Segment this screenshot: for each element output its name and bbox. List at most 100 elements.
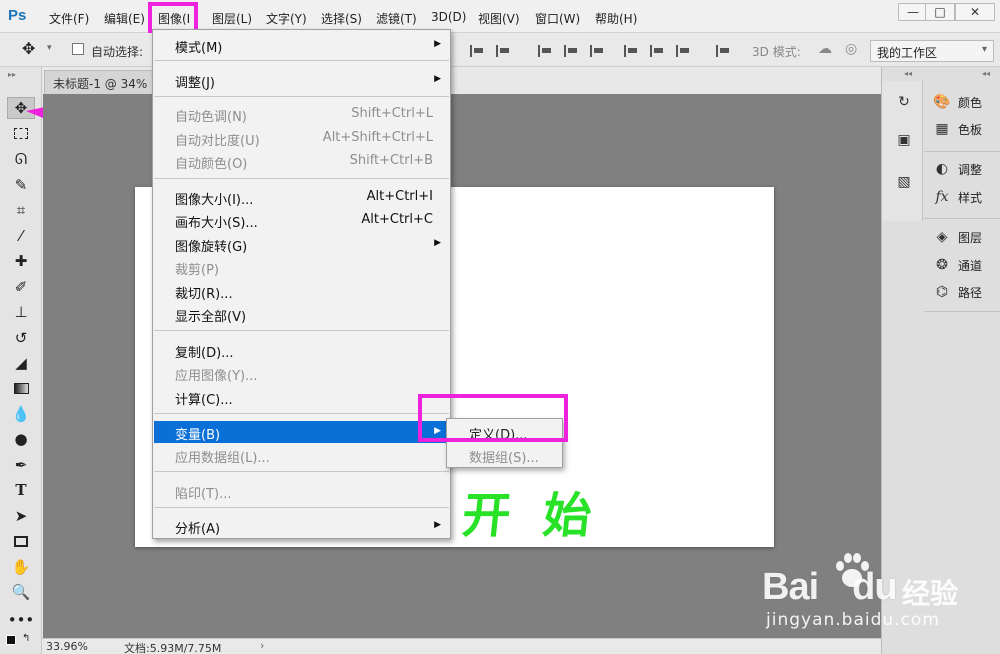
align-icon[interactable] — [496, 45, 510, 57]
align-icon[interactable] — [470, 45, 484, 57]
distribute-icon[interactable] — [590, 45, 604, 57]
auto-select-checkbox[interactable] — [72, 43, 84, 55]
panel-label: 路径 — [958, 285, 983, 300]
collapse-icon[interactable]: ◂◂ — [982, 69, 990, 78]
menu-layer[interactable]: 图层(L) — [212, 10, 252, 27]
menu-item-apply-image[interactable]: 应用图像(Y)... — [154, 362, 449, 384]
panel-color[interactable]: 🎨 颜色 — [932, 92, 982, 112]
healing-brush-tool-icon[interactable]: ✚ — [7, 250, 35, 272]
menu-3d[interactable]: 3D(D) — [431, 10, 466, 24]
history-brush-tool-icon[interactable]: ↺ — [7, 327, 35, 349]
menu-view[interactable]: 视图(V) — [478, 10, 520, 27]
menu-select[interactable]: 选择(S) — [321, 10, 362, 27]
properties-panel-icon[interactable]: ▣ — [895, 131, 913, 149]
rectangle-tool-icon[interactable] — [7, 530, 35, 552]
panel-paths[interactable]: ⌬ 路径 — [932, 282, 982, 302]
menu-item-trim[interactable]: 裁切(R)... — [154, 280, 449, 302]
3d-orbit-icon[interactable]: ☁ — [818, 41, 832, 57]
menu-item-analysis[interactable]: 分析(A) ▶ — [154, 515, 449, 537]
chevron-down-icon[interactable]: ▾ — [47, 43, 52, 53]
tools-panel: ▸▸ ✥ ᘏ ✎ ⌗ ⁄ ✚ ✐ ⊥ ↺ ◢ 💧 ● ✒ T ➤ ✋ 🔍 •••… — [0, 67, 126, 654]
distribute-icon[interactable] — [538, 45, 552, 57]
move-tool-preset-icon[interactable]: ✥ — [22, 39, 35, 58]
panel-layers[interactable]: ◈ 图层 — [932, 227, 982, 247]
eyedropper-tool-icon[interactable]: ⁄ — [7, 225, 35, 247]
blur-tool-icon[interactable]: 💧 — [7, 403, 35, 425]
divider — [924, 218, 1000, 219]
menu-edit[interactable]: 编辑(E) — [104, 10, 145, 27]
maximize-button[interactable]: □ — [925, 3, 955, 21]
panel-adjustments[interactable]: ◐ 调整 — [932, 159, 982, 179]
distribute-icon[interactable] — [624, 45, 638, 57]
distribute-icon[interactable] — [650, 45, 664, 57]
dodge-tool-icon[interactable]: ● — [7, 428, 35, 450]
panel-swatches[interactable]: ▦ 色板 — [932, 119, 982, 139]
panel-channels[interactable]: ❂ 通道 — [932, 255, 982, 275]
quick-select-tool-icon[interactable]: ✎ — [7, 174, 35, 196]
workspace-select[interactable]: 我的工作区 ▾ — [870, 40, 994, 62]
collapse-icon[interactable]: ▸▸ — [8, 70, 16, 79]
menu-item-apply-data-set[interactable]: 应用数据组(L)... — [154, 444, 449, 466]
menu-item-auto-contrast[interactable]: 自动对比度(U) Alt+Shift+Ctrl+L — [154, 127, 449, 149]
collapse-icon[interactable]: ◂◂ — [904, 69, 912, 78]
gradient-tool-icon[interactable] — [7, 377, 35, 399]
distribute-icon[interactable] — [564, 45, 578, 57]
menu-item-label: 自动对比度(U) — [175, 134, 260, 149]
menu-item-label: 调整(J) — [175, 76, 215, 91]
minimize-button[interactable]: — — [898, 3, 928, 21]
history-panel-icon[interactable]: ↻ — [895, 93, 913, 111]
menu-item-crop[interactable]: 裁剪(P) — [154, 256, 449, 278]
menu-item-auto-color[interactable]: 自动颜色(O) Shift+Ctrl+B — [154, 150, 449, 172]
menu-file[interactable]: 文件(F) — [49, 10, 89, 27]
menu-item-adjustments[interactable]: 调整(J) ▶ — [154, 69, 449, 91]
more-tools-icon[interactable]: ••• — [7, 609, 35, 631]
submenu-item-data-sets[interactable]: 数据组(S)... — [448, 444, 561, 466]
zoom-level[interactable]: 33.96% — [46, 640, 88, 653]
zoom-tool-icon[interactable]: 🔍 — [7, 581, 35, 603]
foreground-color-swatch[interactable] — [6, 635, 16, 645]
menu-type[interactable]: 文字(Y) — [266, 10, 307, 27]
menu-separator — [154, 178, 449, 179]
menu-item-calculations[interactable]: 计算(C)... — [154, 386, 449, 408]
menu-help[interactable]: 帮助(H) — [595, 10, 637, 27]
menu-item-mode[interactable]: 模式(M) ▶ — [154, 34, 449, 56]
pen-tool-icon[interactable]: ✒ — [7, 454, 35, 476]
3d-roll-icon[interactable]: ◎ — [845, 41, 857, 57]
close-button[interactable]: ✕ — [955, 3, 995, 21]
chevron-right-icon[interactable]: › — [260, 639, 264, 652]
crop-tool-icon[interactable]: ⌗ — [7, 199, 35, 221]
distribute-icon[interactable] — [676, 45, 690, 57]
menu-item-trap[interactable]: 陷印(T)... — [154, 480, 449, 502]
eraser-tool-icon[interactable]: ◢ — [7, 352, 35, 374]
chevron-down-icon: ▾ — [981, 44, 987, 55]
menu-item-image-rotation[interactable]: 图像旋转(G) ▶ — [154, 233, 449, 255]
stamp-tool-icon[interactable]: ⊥ — [7, 301, 35, 323]
menu-item-canvas-size[interactable]: 画布大小(S)... Alt+Ctrl+C — [154, 209, 449, 231]
auto-align-icon[interactable] — [716, 45, 730, 57]
type-tool-icon[interactable]: T — [7, 479, 35, 501]
hand-tool-icon[interactable]: ✋ — [7, 556, 35, 578]
lasso-tool-icon[interactable]: ᘏ — [7, 148, 35, 170]
menu-window[interactable]: 窗口(W) — [535, 10, 580, 27]
panel-label: 通道 — [958, 258, 983, 273]
menu-item-reveal-all[interactable]: 显示全部(V) — [154, 303, 449, 325]
divider — [924, 311, 1000, 312]
menu-filter[interactable]: 滤镜(T) — [376, 10, 417, 27]
path-select-tool-icon[interactable]: ➤ — [7, 505, 35, 527]
panel-styles[interactable]: fx 样式 — [932, 187, 982, 207]
swap-colors-icon[interactable]: ↰ — [22, 633, 30, 644]
menu-item-shortcut: Alt+Ctrl+I — [366, 189, 433, 204]
menu-separator — [154, 330, 449, 331]
brush-panel-icon[interactable]: ▧ — [895, 173, 913, 191]
document-tab[interactable]: 未标题-1 @ 34% — [44, 70, 156, 94]
panel-label: 图层 — [958, 230, 983, 245]
menu-item-variables[interactable]: 变量(B) ▶ — [154, 421, 449, 443]
menu-item-image-size[interactable]: 图像大小(I)... Alt+Ctrl+I — [154, 186, 449, 208]
document-size: 文档:5.93M/7.75M — [124, 642, 222, 654]
menu-item-shortcut: Alt+Shift+Ctrl+L — [322, 130, 433, 145]
submenu-arrow-icon: ▶ — [434, 520, 441, 530]
menu-item-duplicate[interactable]: 复制(D)... — [154, 339, 449, 361]
brush-tool-icon[interactable]: ✐ — [7, 276, 35, 298]
watermark-cn: 经验 — [902, 577, 959, 610]
menu-item-auto-tone[interactable]: 自动色调(N) Shift+Ctrl+L — [154, 103, 449, 125]
